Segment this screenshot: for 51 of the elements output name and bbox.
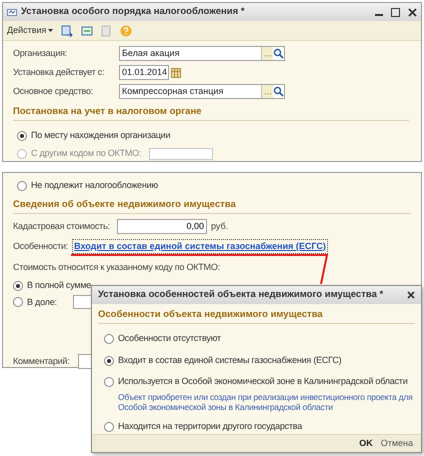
amount-field[interactable]: 0,00 [117,218,207,234]
field-label: Установка действует с: [13,66,106,79]
features-link[interactable]: Входит в состав единой системы газоснабжения (ЕСГС) [72,238,328,254]
search-icon[interactable] [273,86,284,97]
table-icon[interactable] [81,24,94,36]
oktmo-caption: Стоимость относится к указанному коду по ОКТМО: [13,261,220,274]
radio-label: С другим кодом по ОКТМО: [31,146,142,160]
close-icon[interactable] [407,291,415,299]
radio-label: Не подлежит налогообложению [31,179,158,192]
search-icon[interactable] [273,48,284,59]
window-title: Установка особого порядка налогообложения * [21,4,245,19]
section-header: Сведения об объекте недвижимого имущества [13,198,411,214]
select-field[interactable]: Белая акация [119,46,285,61]
radio-label: Используется в Особой экономической зоне в Калининградской области [118,375,408,388]
radio-label: Входит в состав единой системы газоснабжения (ЕСГС) [118,354,342,367]
currency-label: руб. [211,220,228,233]
maximize-icon[interactable] [391,8,400,16]
dialog-button[interactable]: OK [359,436,373,450]
dialog-title: Установка особенностей объекта недвижимого имущества * [98,288,384,302]
date-field[interactable]: 01.01.2014 [119,65,169,80]
field-label: Кадастровая стоимость: [13,220,111,233]
radio-label: В полной сумме [27,278,92,292]
calendar-icon[interactable] [171,68,181,78]
caret-icon [48,29,54,32]
help-icon[interactable] [120,24,132,36]
field-label: Основное средство: [13,84,94,98]
section-header: Постановка на учет в налоговом органе [13,105,409,122]
radio-button[interactable] [17,148,27,158]
radio-button[interactable] [104,422,114,432]
field-label: Комментарий: [13,355,70,368]
radio-label: В доле: [27,296,57,309]
oktmo-field[interactable] [149,148,214,160]
radio-button[interactable] [104,334,114,344]
radio-button[interactable] [104,356,114,366]
section-header: Особенности объекта недвижимого имущества [98,308,415,324]
actions-menu-button[interactable]: Действия [7,24,54,38]
window-icon [7,8,17,16]
select-field[interactable]: Компрессорная станция [119,84,285,99]
radio-button[interactable] [17,180,27,191]
radio-label: По месту нахождения организации [31,129,170,142]
field-label: Организация: [13,46,68,60]
radio-button[interactable] [104,377,114,387]
radio-button[interactable] [13,280,23,290]
radio-button[interactable] [17,131,27,141]
radio-label: Особенности отсутствуют [118,332,221,346]
dialog-button[interactable]: Отмена [380,436,413,450]
close-icon[interactable] [408,8,417,16]
radio-button[interactable] [13,297,23,308]
radio-label: Находится на территории другого государства [118,420,302,433]
option-note: Объект приобретен или создан при реализации инвестиционного проекта для Особой экономической зоны в Калининградской области [118,392,414,412]
field-label: Особенности: [13,240,68,253]
